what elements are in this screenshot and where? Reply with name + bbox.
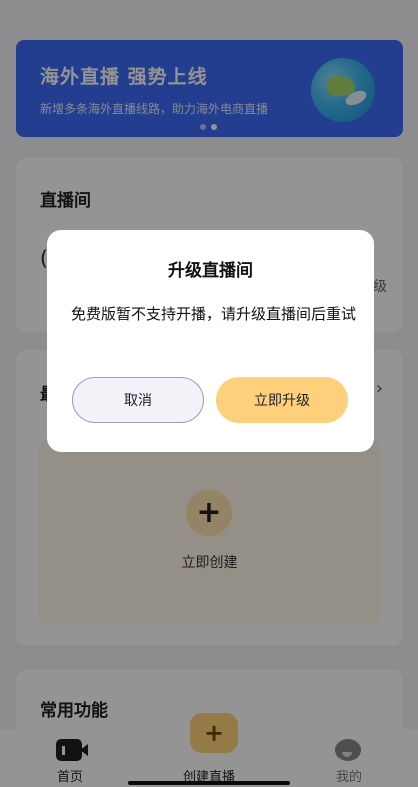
- dialog-message: 免费版暂不支持开播，请升级直播间后重试: [71, 305, 357, 323]
- dialog-title: 升级直播间: [168, 261, 253, 281]
- upgrade-dialog: 升级直播间 免费版暂不支持开播，请升级直播间后重试 取消 立即升级: [47, 230, 374, 452]
- cancel-button[interactable]: 取消: [72, 377, 204, 423]
- upgrade-now-button[interactable]: 立即升级: [216, 377, 348, 423]
